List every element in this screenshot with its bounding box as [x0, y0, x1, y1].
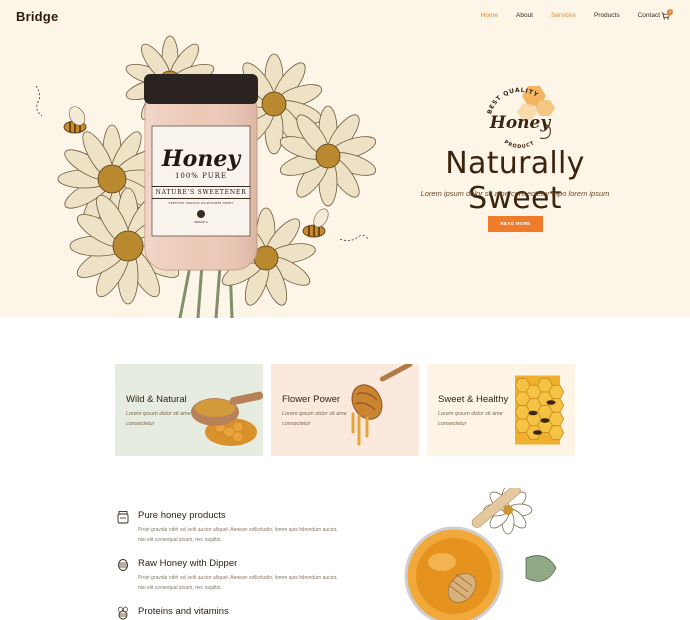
- badge-main-text: Honey: [489, 113, 552, 133]
- hero-subtitle: Lorem ipsum dolor sit ame consectetur mp…: [420, 189, 610, 198]
- feature-text: Proin gravida nibh vel velit auctor aliq…: [138, 527, 338, 543]
- card-text: Lorem ipsum dolor sit ame consectetur: [438, 411, 503, 427]
- feature-title: Proteins and vitamins: [138, 606, 229, 617]
- cart-count-badge: 0: [667, 9, 673, 15]
- honey-comb-bowl-image: [191, 391, 263, 446]
- feature-item-pure-honey: Pure honey products Proin gravida nibh v…: [116, 510, 346, 550]
- card-title: Flower Power: [282, 394, 341, 405]
- card-title: Wild & Natural: [126, 394, 187, 405]
- jar-label-pure: 100% PURE: [174, 172, 228, 180]
- feature-text: Proin gravida nibh vel velit auctor aliq…: [138, 575, 338, 591]
- feature-title: Raw Honey with Dipper: [138, 558, 238, 569]
- jar-label-tagline: NATURE'S SWEETENER: [152, 186, 250, 199]
- site-header: Bridge Home About Services Products Cont…: [0, 0, 690, 34]
- nav-about[interactable]: About: [516, 12, 533, 19]
- honey-jar-icon: [117, 511, 129, 524]
- jar-label-brand: Honey: [161, 146, 241, 172]
- honey-dipper-icon: [118, 559, 128, 571]
- hero-title: Naturally Sweet: [445, 146, 585, 216]
- nav-services[interactable]: Services: [551, 12, 576, 19]
- card-title: Sweet & Healthy: [438, 394, 509, 405]
- read-more-button[interactable]: READ MORE: [488, 216, 543, 232]
- honeycomb-bees-image: [515, 375, 565, 445]
- honey-pot-dipper-image: [404, 488, 557, 620]
- nav-products[interactable]: Products: [594, 12, 620, 19]
- feature-card-sweet-healthy[interactable]: Sweet & Healthy Lorem ipsum dolor sit am…: [427, 364, 575, 456]
- main-nav: Home About Services Products Contact: [463, 12, 660, 19]
- feature-title: Pure honey products: [138, 510, 226, 521]
- jar-label: Honey 100% PURE NATURE'S SWEETENER CERTI…: [152, 140, 250, 250]
- hero-section: Honey 100% PURE NATURE'S SWEETENER CERTI…: [0, 34, 690, 318]
- nav-contact[interactable]: Contact: [638, 12, 660, 19]
- feature-card-flower-power[interactable]: Flower Power Lorem ipsum dolor sit ame c…: [271, 364, 419, 456]
- jar-label-grade: GRADE A: [194, 220, 208, 224]
- feature-item-raw-honey: Raw Honey with Dipper Proin gravida nibh…: [116, 558, 346, 598]
- feature-card-wild-natural[interactable]: Wild & Natural Lorem ipsum dolor sit ame…: [115, 364, 263, 456]
- bee-icon: [118, 606, 128, 620]
- feature-item-proteins: Proteins and vitamins: [116, 606, 346, 620]
- jar-label-bee-icon: [197, 210, 205, 218]
- site-logo[interactable]: Bridge: [16, 9, 58, 24]
- honey-dipper-image: [351, 364, 413, 446]
- nav-home[interactable]: Home: [481, 12, 498, 19]
- jar-label-fine: CERTIFIED ORGANIC WILDFLOWER HONEY: [168, 202, 234, 205]
